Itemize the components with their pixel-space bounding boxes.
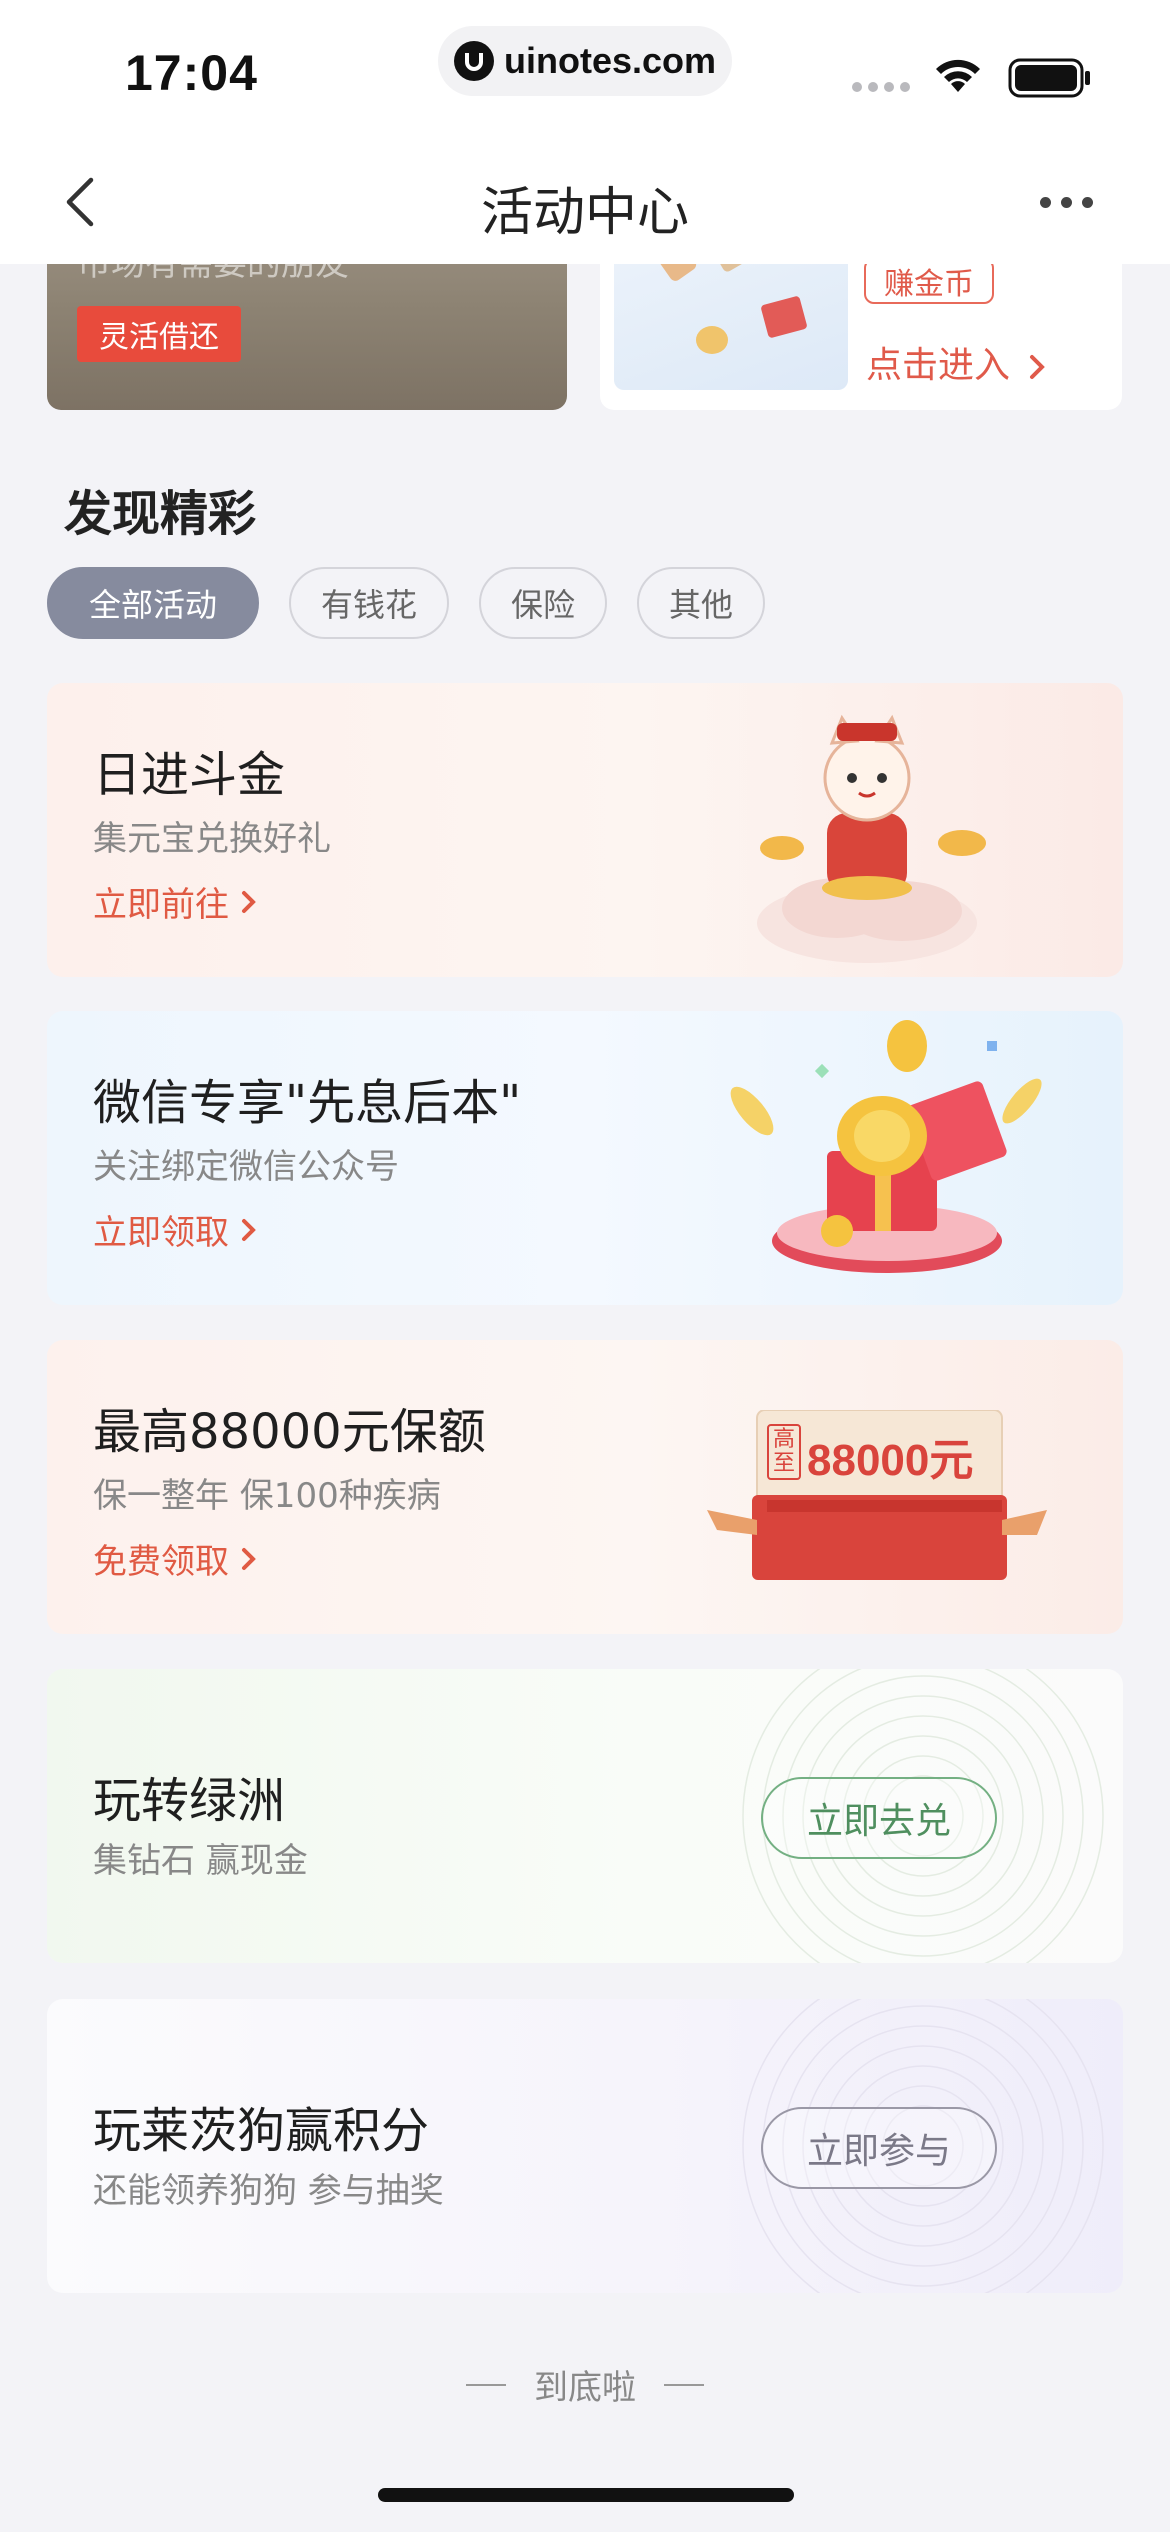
chevron-right-icon — [242, 1547, 256, 1570]
end-text: 到底啦 — [534, 2368, 636, 2408]
home-indicator[interactable] — [378, 2488, 794, 2502]
chip-insurance[interactable]: 保险 — [479, 567, 608, 639]
card-title: 玩莱茨狗赢积分 — [93, 2103, 430, 2159]
url-pill[interactable]: uinotes.com — [438, 26, 732, 96]
card-link-label: 立即前往 — [93, 885, 229, 925]
coin-tag: 赚金币 — [864, 258, 994, 304]
divider — [664, 2383, 704, 2386]
card-title: 最高88000元保额 — [93, 1404, 486, 1460]
activity-card-insurance[interactable]: 最高88000元保额 保一整年 保100种疾病 免费领取 高至 88000元 — [47, 1340, 1123, 1634]
card-subtitle: 关注绑定微信公众号 — [93, 1147, 399, 1187]
wifi-icon — [936, 59, 980, 92]
activity-card-gold[interactable]: 日进斗金 集元宝兑换好礼 立即前往 — [47, 683, 1123, 977]
divider — [466, 2383, 506, 2386]
status-time: 17:04 — [125, 45, 258, 101]
card-link-label: 免费领取 — [93, 1542, 229, 1582]
card-link-label: 立即领取 — [93, 1213, 229, 1253]
redeem-button[interactable]: 立即去兑 — [761, 1777, 997, 1859]
chevron-right-icon — [242, 1218, 256, 1241]
participate-button[interactable]: 立即参与 — [761, 2107, 997, 2189]
cellular-signal-icon — [852, 82, 910, 92]
site-logo-icon — [453, 41, 494, 81]
category-chips: 全部活动 有钱花 保险 其他 — [47, 567, 766, 639]
card-title: 玩转绿洲 — [93, 1773, 286, 1829]
activity-card-oasis[interactable]: 玩转绿洲 集钻石 赢现金 立即去兑 — [47, 1669, 1123, 1963]
card-link[interactable]: 立即前往 — [93, 877, 259, 926]
end-of-list: 到底啦 — [0, 2360, 1170, 2409]
gift-certificate-illustration: 高至 88000元 — [707, 1410, 1047, 1590]
url-text: uinotes.com — [503, 40, 717, 81]
chevron-right-icon — [242, 890, 256, 913]
activity-card-dog[interactable]: 玩莱茨狗赢积分 还能领养狗狗 参与抽奖 立即参与 — [47, 1999, 1123, 2293]
card-subtitle: 还能领养狗狗 参与抽奖 — [93, 2171, 444, 2211]
card-title: 微信专享"先息后本" — [93, 1075, 522, 1131]
chip-youqianhua[interactable]: 有钱花 — [289, 567, 450, 639]
card-link[interactable]: 立即领取 — [93, 1205, 259, 1254]
card-subtitle: 集钻石 赢现金 — [93, 1841, 308, 1881]
card-title: 日进斗金 — [93, 747, 286, 803]
status-bar: 17:04 uinotes.com — [0, 0, 1170, 140]
section-title: 发现精彩 — [64, 486, 257, 542]
activity-card-wechat[interactable]: 微信专享"先息后本" 关注绑定微信公众号 立即领取 — [47, 1011, 1123, 1305]
chip-all-activities[interactable]: 全部活动 — [47, 567, 260, 639]
gift-small-label: 高至 — [767, 1424, 801, 1480]
enter-link-label: 点击进入 — [866, 345, 1011, 386]
gift-amount: 88000元 — [807, 1436, 974, 1485]
chip-other[interactable]: 其他 — [637, 567, 766, 639]
enter-link[interactable]: 点击进入 — [866, 336, 1049, 388]
card-subtitle: 保一整年 保100种疾病 — [93, 1476, 441, 1516]
fortune-cat-illustration — [757, 714, 986, 963]
card-link[interactable]: 免费领取 — [93, 1534, 259, 1583]
chevron-right-icon — [1030, 355, 1046, 379]
gift-box-illustration — [730, 1020, 1042, 1273]
navigation-bar: 活动中心 — [0, 140, 1170, 264]
battery-icon — [1008, 58, 1090, 98]
more-options-icon[interactable] — [1040, 190, 1100, 214]
card-subtitle: 集元宝兑换好礼 — [93, 819, 331, 859]
page-title: 活动中心 — [480, 183, 689, 243]
banner-tag: 灵活借还 — [77, 306, 241, 362]
